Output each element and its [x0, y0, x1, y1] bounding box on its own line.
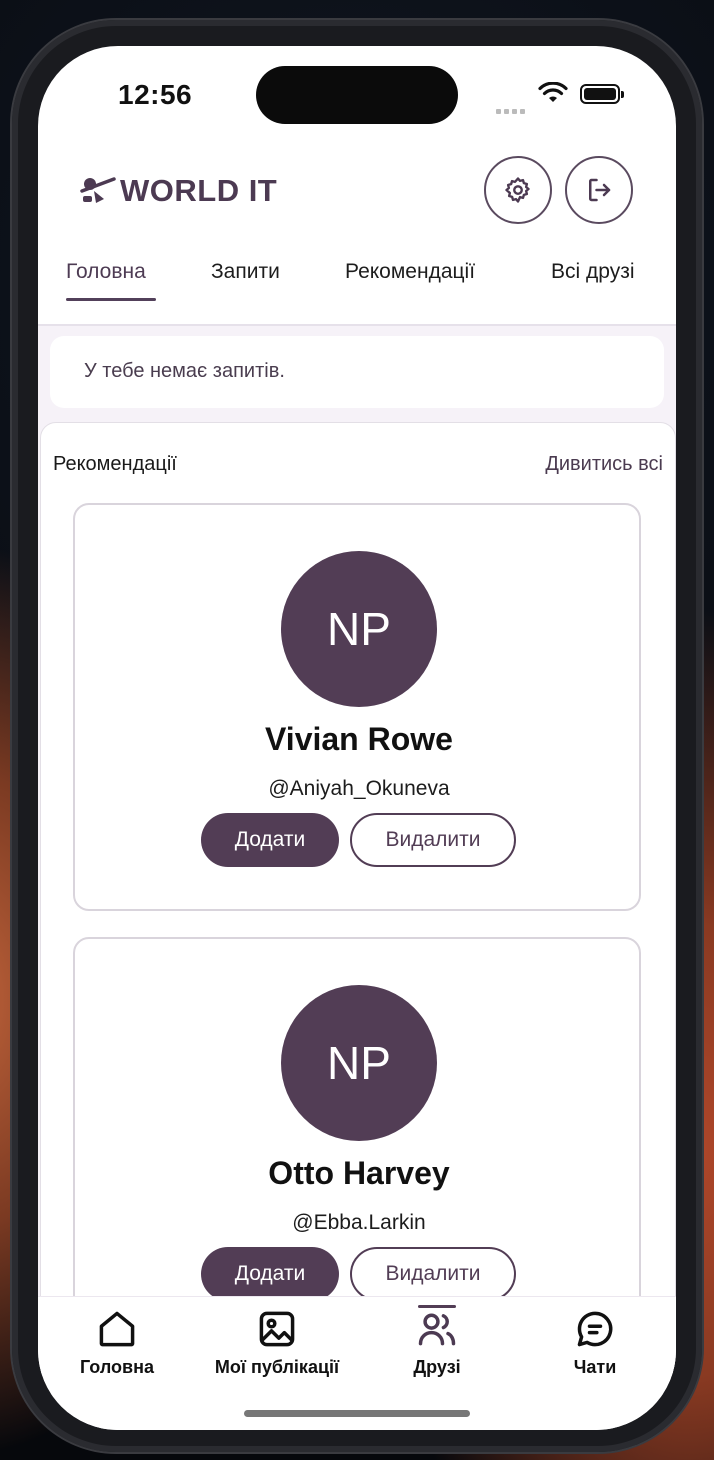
nav-item-chats[interactable]: Чати — [520, 1307, 670, 1378]
avatar: NP — [281, 551, 437, 707]
home-icon — [99, 1311, 135, 1347]
recommendations-title: Рекомендації — [53, 453, 177, 475]
logo-mark-icon — [80, 177, 116, 203]
tab-recommendations[interactable]: Рекомендації — [345, 260, 475, 284]
add-friend-button[interactable]: Додати — [201, 813, 339, 867]
chat-icon — [577, 1311, 613, 1347]
tab-requests[interactable]: Запити — [211, 260, 280, 284]
remove-recommendation-button[interactable]: Видалити — [350, 1247, 516, 1301]
app-logo: WORLD IT — [80, 172, 277, 210]
status-bar: 12:56 — [38, 46, 676, 146]
dynamic-island — [256, 66, 458, 124]
recommendation-card: NP Vivian Rowe @Aniyah_Okuneva Додати Ви… — [73, 503, 641, 911]
wifi-icon — [538, 82, 568, 102]
nav-label-my-posts: Мої публікації — [214, 1357, 340, 1377]
requests-empty-text: У тебе немає запитів. — [84, 360, 285, 382]
friends-tabs: Головна Запити Рекомендації Всі друзі — [38, 236, 676, 326]
logo-text: WORLD IT — [120, 173, 278, 208]
status-time: 12:56 — [118, 79, 193, 110]
cellular-signal-icon — [496, 96, 530, 114]
settings-button[interactable] — [484, 156, 552, 224]
friends-icon — [418, 1313, 456, 1346]
nav-item-home[interactable]: Головна — [42, 1307, 192, 1378]
nav-item-my-posts[interactable]: Мої публікації — [202, 1307, 352, 1378]
active-tab-indicator — [66, 298, 156, 301]
nav-label-friends: Друзі — [413, 1357, 461, 1377]
user-name: Vivian Rowe — [265, 721, 453, 757]
logout-icon — [589, 178, 611, 202]
nav-item-friends[interactable]: Друзі — [362, 1307, 512, 1378]
logout-button[interactable] — [565, 156, 633, 224]
remove-recommendation-button[interactable]: Видалити — [350, 813, 516, 867]
tab-all-friends[interactable]: Всі друзі — [551, 260, 635, 284]
app-screen: 12:56 WORLD IT Головна Запити Рекомендац… — [38, 46, 676, 1430]
app-header: WORLD IT — [38, 146, 676, 236]
requests-empty-notice: У тебе немає запитів. — [50, 336, 664, 408]
battery-icon — [580, 84, 624, 104]
nav-label-home: Головна — [80, 1357, 154, 1377]
recommendations-panel: Рекомендації Дивитись всі NP Vivian Rowe… — [40, 422, 676, 1384]
home-indicator[interactable] — [244, 1410, 470, 1417]
user-handle: @Ebba.Larkin — [292, 1211, 426, 1234]
add-friend-button[interactable]: Додати — [201, 1247, 339, 1301]
user-handle: @Aniyah_Okuneva — [268, 777, 450, 800]
see-all-link[interactable]: Дивитись всі — [545, 453, 663, 476]
nav-label-chats: Чати — [573, 1357, 617, 1377]
gear-icon — [505, 177, 530, 203]
tab-home[interactable]: Головна — [66, 260, 146, 284]
recommendation-card: NP Otto Harvey @Ebba.Larkin Додати Видал… — [73, 937, 641, 1345]
user-name: Otto Harvey — [268, 1155, 450, 1191]
image-icon — [259, 1311, 295, 1347]
avatar: NP — [281, 985, 437, 1141]
